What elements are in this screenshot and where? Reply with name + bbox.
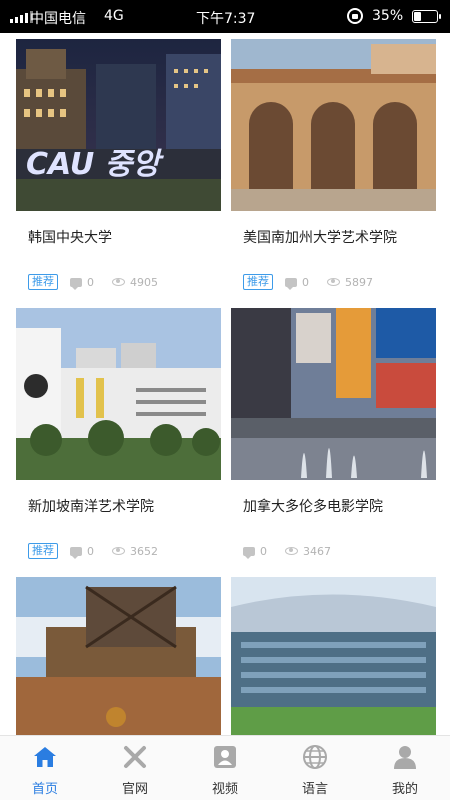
view-icon xyxy=(112,547,125,555)
recommend-tag: 推荐 xyxy=(243,274,273,290)
tab-label: 视频 xyxy=(211,782,238,797)
video-person-icon xyxy=(214,746,236,768)
view-count: 5897 xyxy=(345,275,373,289)
tab-home[interactable]: 首页 xyxy=(0,736,90,800)
school-title[interactable]: 韩国中央大学 xyxy=(28,227,112,247)
school-title[interactable]: 美国南加州大学艺术学院 xyxy=(243,227,397,247)
comment-count: 0 xyxy=(302,275,309,289)
recommend-tag: 推荐 xyxy=(28,543,58,559)
school-grid[interactable]: CAU 중앙 韩国中央大学 推荐 0 4905 美国南加州大学艺术学院 推荐 0… xyxy=(0,33,450,735)
school-title[interactable]: 新加坡南洋艺术学院 xyxy=(28,496,154,516)
school-photo-6[interactable] xyxy=(231,577,436,735)
card-meta: 推荐 0 4905 xyxy=(28,273,158,291)
view-count: 3467 xyxy=(303,544,331,558)
school-photo-3[interactable] xyxy=(16,308,221,480)
school-title[interactable]: 加拿大多伦多电影学院 xyxy=(243,496,383,516)
tab-label: 首页 xyxy=(31,782,58,797)
carrier-name: 中国电信 xyxy=(30,11,86,27)
globe-icon xyxy=(303,745,327,769)
view-count: 3652 xyxy=(130,544,158,558)
network-type: 4G xyxy=(104,8,124,24)
rotation-lock-icon xyxy=(347,8,363,24)
view-count: 4905 xyxy=(130,275,158,289)
comment-icon xyxy=(285,277,297,290)
battery-level xyxy=(414,12,422,21)
tab-language[interactable]: 语言 xyxy=(270,736,360,800)
tab-label: 官网 xyxy=(121,782,148,797)
comment-count: 0 xyxy=(87,544,94,558)
tab-label: 语言 xyxy=(301,782,328,797)
tab-label: 我的 xyxy=(391,782,418,797)
tab-profile[interactable]: 我的 xyxy=(360,736,450,800)
school-photo-4[interactable] xyxy=(231,308,436,480)
status-bar: 中国电信 4G 下午7:37 35% xyxy=(0,0,450,33)
comment-icon xyxy=(70,277,82,290)
view-icon xyxy=(285,547,298,555)
comment-count: 0 xyxy=(260,544,267,558)
card-meta: 推荐 0 3652 xyxy=(28,542,158,560)
battery-icon xyxy=(412,10,441,23)
school-photo-2[interactable] xyxy=(231,39,436,211)
comment-count: 0 xyxy=(87,275,94,289)
bottom-tab-bar: 首页 官网 视频 语言 我的 xyxy=(0,735,450,800)
battery-percent: 35% xyxy=(372,8,404,24)
comment-icon xyxy=(70,546,82,559)
comment-icon xyxy=(243,546,255,559)
profile-icon xyxy=(394,746,416,769)
card-meta: 0 3467 xyxy=(243,542,331,560)
view-icon xyxy=(112,278,125,286)
tab-official-site[interactable]: 官网 xyxy=(90,736,180,800)
cau-sign-text: CAU 중앙 xyxy=(26,147,164,182)
school-photo-1[interactable]: CAU 중앙 xyxy=(16,39,221,211)
recommend-tag: 推荐 xyxy=(28,274,58,290)
card-meta: 推荐 0 5897 xyxy=(243,273,373,291)
home-icon xyxy=(34,747,56,767)
clock: 下午7:37 xyxy=(196,11,256,27)
view-icon xyxy=(327,278,340,286)
crossed-tools-icon xyxy=(124,746,146,768)
tab-video[interactable]: 视频 xyxy=(180,736,270,800)
school-photo-5[interactable] xyxy=(16,577,221,735)
